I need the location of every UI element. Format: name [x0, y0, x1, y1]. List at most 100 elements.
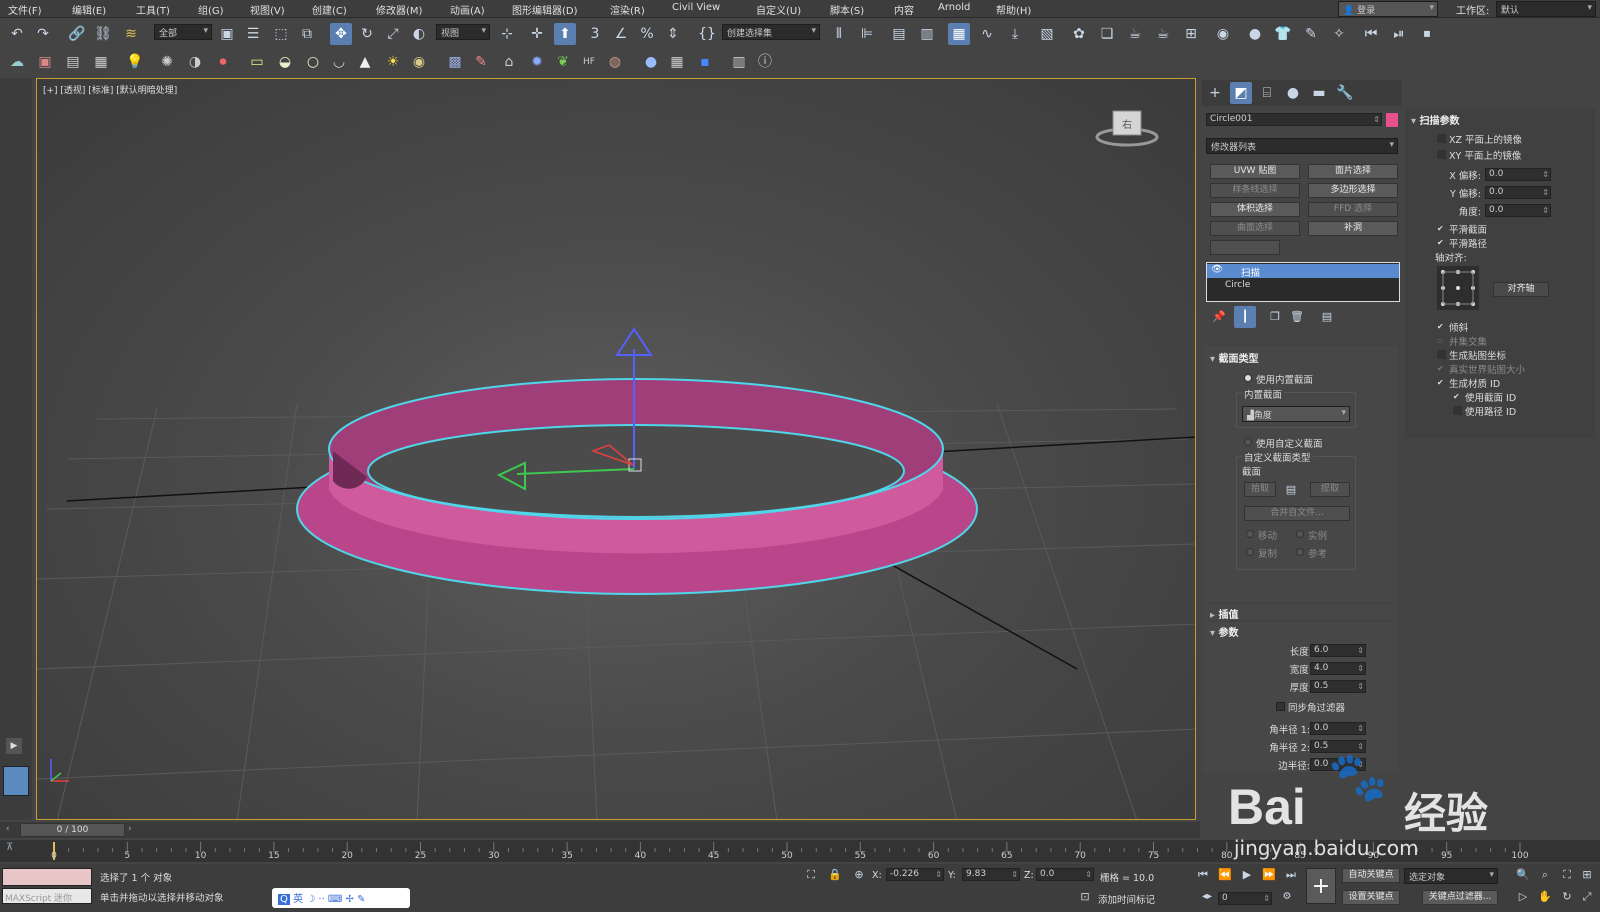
keyboard-shortcut-override-icon[interactable]: ⬆ [554, 23, 576, 45]
show-end-result-icon[interactable]: ┃ [1234, 306, 1256, 328]
menu-view[interactable]: 视图(V) [250, 2, 285, 17]
track-bar[interactable]: ⊼ 0 5 10 15 20 25 30 35 40 45 50 55 60 65 70 75 80 85 90 95… [0, 840, 1600, 862]
mod-button-uvw[interactable]: UVW 贴图 [1210, 164, 1300, 179]
dope-sheet-icon[interactable]: ⤓ [1004, 23, 1026, 45]
time-config-icon[interactable]: ⚙ [1276, 886, 1298, 908]
sync-corner-checkbox[interactable] [1276, 702, 1285, 711]
merge-from-file-button[interactable]: 合并自文件... [1244, 506, 1350, 521]
move-radio[interactable] [1246, 530, 1254, 538]
viewport-layout-icon[interactable] [3, 766, 29, 796]
menu-tools[interactable]: 工具(T) [136, 2, 170, 17]
maxscript-mini-listener[interactable]: MAXScript 迷你 [2, 888, 92, 904]
menu-group[interactable]: 组(G) [198, 2, 224, 17]
goto-end-icon[interactable]: ⏭ [1280, 864, 1302, 886]
x-coord-field[interactable]: -0.226 [886, 868, 944, 881]
mod-button-empty[interactable] [1210, 240, 1280, 255]
snap-3d-icon[interactable]: 3 [584, 23, 606, 45]
use-builtin-radio[interactable] [1244, 374, 1252, 382]
texture-icon[interactable]: ◍ [604, 51, 626, 73]
particle-icon[interactable]: ✺ [156, 51, 178, 73]
menu-create[interactable]: 创建(C) [312, 2, 347, 17]
y-offset-spinner[interactable]: 0.0 [1485, 186, 1551, 199]
copy-radio[interactable] [1246, 548, 1254, 556]
extract-button[interactable]: 提取 [1310, 482, 1350, 497]
use-path-id-checkbox[interactable] [1453, 406, 1462, 415]
edge-radius-spinner[interactable]: 0.0 [1310, 758, 1366, 771]
add-time-tag[interactable]: 添加时间标记 [1098, 892, 1155, 906]
align-icon[interactable]: ⊫ [856, 23, 878, 45]
list-icon[interactable]: ▤ [62, 51, 84, 73]
menu-content[interactable]: 内容 [894, 2, 914, 17]
menu-modifiers[interactable]: 修改器(M) [376, 2, 422, 17]
spinner-snap-icon[interactable]: ⇕ [662, 23, 684, 45]
eye-icon[interactable]: 👁 [1211, 264, 1223, 275]
render-region-icon[interactable]: ▪ [694, 51, 716, 73]
sphere-tool-icon[interactable]: ● [1244, 23, 1266, 45]
plane-light-icon[interactable]: ▭ [246, 51, 268, 73]
mirror-xz-checkbox[interactable] [1437, 134, 1446, 143]
grid-icon[interactable]: ▩ [444, 51, 466, 73]
picture-icon[interactable]: ▣ [34, 51, 56, 73]
perspective-viewport[interactable]: [+] [透视] [标准] [默认明暗处理] 右 [36, 78, 1196, 820]
selected-objects-dropdown[interactable]: 选定对象 [1404, 868, 1498, 884]
mod-button-cap-holes[interactable]: 补洞 [1308, 221, 1398, 236]
scene-explorer-icon[interactable]: ▥ [916, 23, 938, 45]
object-color-swatch[interactable] [1386, 113, 1398, 127]
menu-file[interactable]: 文件(F) [8, 2, 42, 17]
parameters-title[interactable]: 参数 [1210, 624, 1239, 639]
zoom-icon[interactable]: 🔍 [1512, 864, 1534, 886]
smooth-path-checkbox[interactable]: ✔ [1437, 238, 1446, 247]
window-crossing-icon[interactable]: ⧉ [296, 23, 318, 45]
pivot-alignment-grid[interactable] [1437, 266, 1479, 310]
edit-named-selection-icon[interactable]: {} [696, 23, 718, 45]
material-sphere-icon[interactable]: ● [640, 51, 662, 73]
ribbon-toggle-icon[interactable]: ▦ [948, 23, 970, 45]
browse-icon[interactable]: ▤ [1280, 479, 1302, 501]
mod-button-surface-select[interactable]: 曲面选择 [1210, 221, 1300, 236]
pivot-center-icon[interactable]: ⊹ [496, 23, 518, 45]
login-dropdown[interactable]: 👤 登录 [1338, 1, 1438, 17]
time-slider[interactable]: 0 / 100 [20, 823, 125, 837]
menu-edit[interactable]: 编辑(E) [72, 2, 106, 17]
motion-tab-icon[interactable]: ● [1282, 82, 1304, 104]
instance-radio[interactable] [1296, 530, 1304, 538]
zoom-extents-icon[interactable]: ⛶ [1556, 864, 1578, 886]
arnold-stop-icon[interactable]: ⏹ [1416, 23, 1438, 45]
log-icon[interactable]: ▥ [728, 51, 750, 73]
selection-filter-dropdown[interactable]: 全部 [154, 24, 212, 40]
cone-light-icon[interactable]: ▲ [354, 51, 376, 73]
maxscript-listener-top[interactable] [2, 868, 92, 886]
smooth-section-checkbox[interactable]: ✔ [1437, 224, 1446, 233]
display-tab-icon[interactable]: ▬ [1308, 82, 1330, 104]
skydome-icon[interactable]: ◉ [408, 51, 430, 73]
light-bulb-icon[interactable]: 💡 [124, 51, 146, 73]
time-tag-icon[interactable]: ⊡ [1074, 886, 1096, 908]
render-iterative-icon[interactable]: ⊞ [1180, 23, 1202, 45]
mod-button-spline-select[interactable]: 样条线选择 [1210, 183, 1300, 198]
help-icon[interactable]: ⓘ [754, 51, 776, 73]
named-selection-dropdown[interactable]: 创建选择集 [722, 24, 820, 40]
menu-graph-editors[interactable]: 图形编辑器(D) [512, 2, 578, 17]
hf-icon[interactable]: HF [578, 51, 600, 73]
volume-icon[interactable]: ✹ [526, 51, 548, 73]
select-scale-icon[interactable]: ⤢ [382, 23, 404, 45]
reference-radio[interactable] [1296, 548, 1304, 556]
corner-radius2-spinner[interactable]: 0.5 [1310, 740, 1366, 753]
real-world-map-checkbox[interactable]: ✔ [1437, 364, 1446, 373]
width-spinner[interactable]: 4.0 [1310, 662, 1366, 675]
interpolation-title[interactable]: 插值 [1210, 606, 1239, 621]
goto-start-icon[interactable]: ⏮ [1192, 864, 1214, 886]
x-offset-spinner[interactable]: 0.0 [1485, 168, 1551, 181]
angle-snap-icon[interactable]: ∠ [610, 23, 632, 45]
prev-key-icon[interactable]: ⏪ [1214, 864, 1236, 886]
next-key-icon[interactable]: ⏩ [1258, 864, 1280, 886]
expand-arrow-icon[interactable]: ▶ [6, 738, 22, 754]
select-by-name-icon[interactable]: ☰ [242, 23, 264, 45]
teapot-icon[interactable]: ☁ [6, 51, 28, 73]
current-frame-field[interactable]: 0 [1218, 892, 1272, 905]
manipulate-icon[interactable]: ✛ [526, 23, 548, 45]
next-frame-icon[interactable]: › [128, 824, 140, 836]
menu-customize[interactable]: 自定义(U) [756, 2, 801, 17]
y-coord-field[interactable]: 9.83 [962, 868, 1020, 881]
place-icon[interactable]: ◐ [408, 23, 430, 45]
